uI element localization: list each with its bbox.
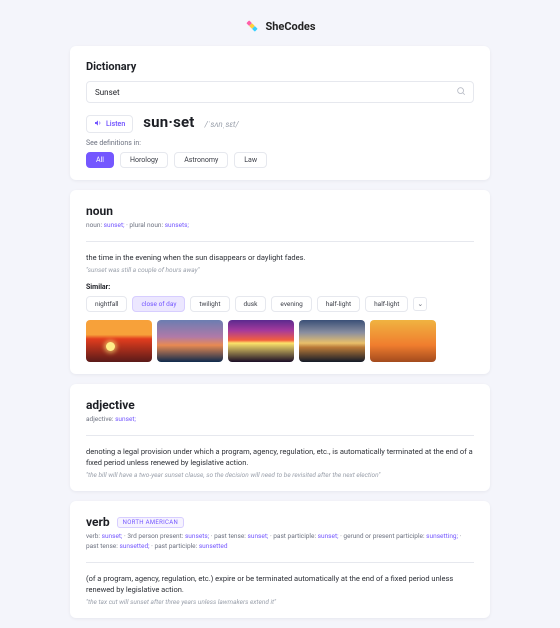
brand: SheCodes [244,18,315,34]
volume-icon [94,119,102,129]
verb-definition: (of a program, agency, regulation, etc.)… [86,573,474,596]
expand-similars-button[interactable]: ⌄ [413,297,427,311]
domain-filters: All Horology Astronomy Law [86,152,474,168]
adjective-card: adjective adjective: sunset; denoting a … [70,384,490,491]
brand-name: SheCodes [265,20,315,33]
brand-logo-icon [244,18,260,34]
pos-noun: noun [86,204,474,218]
adjective-definition: denoting a legal provision under which a… [86,446,474,469]
noun-forms: noun: sunset; · plural noun: sunsets; [86,221,474,231]
similar-chip[interactable]: half-light [317,296,360,312]
divider [86,562,474,563]
region-badge: NORTH AMERICAN [117,517,184,528]
page-title: Dictionary [86,60,474,73]
thumbnail[interactable] [228,320,294,362]
similar-chip[interactable]: close of day [132,296,185,312]
listen-label: Listen [106,120,125,128]
verb-forms: verb: sunset; · 3rd person present: suns… [86,532,474,552]
thumbnail[interactable] [86,320,152,362]
pos-verb: verb [86,515,110,529]
adjective-example: "the bill will have a two-year sunset cl… [86,471,474,479]
header-card: Dictionary Listen sun·set /ˈsʌnˌsɛt/ Se [70,46,490,180]
thumbnail[interactable] [370,320,436,362]
thumbnail[interactable] [299,320,365,362]
filter-all[interactable]: All [86,152,114,168]
similar-chip[interactable]: twilight [190,296,229,312]
verb-example: "the tax cut will sunset after three yea… [86,598,474,606]
search-input[interactable] [95,88,451,97]
divider [86,241,474,242]
search-icon [456,86,466,98]
filter-astronomy[interactable]: Astronomy [174,152,228,168]
similar-chip[interactable]: nightfall [86,296,127,312]
similar-chip[interactable]: dusk [235,296,267,312]
thumbnail[interactable] [157,320,223,362]
noun-example: "sunset was still a couple of hours away… [86,266,474,274]
filter-horology[interactable]: Horology [120,152,168,168]
search-box[interactable] [86,81,474,103]
similar-list: nightfall close of day twilight dusk eve… [86,296,474,312]
headword: sun·set [143,113,194,131]
noun-definition: the time in the evening when the sun dis… [86,252,474,263]
listen-button[interactable]: Listen [86,115,133,133]
phonetic: /ˈsʌnˌsɛt/ [205,120,239,129]
chevron-down-icon: ⌄ [417,300,423,308]
adjective-forms: adjective: sunset; [86,415,474,425]
filter-law[interactable]: Law [234,152,267,168]
noun-card: noun noun: sunset; · plural noun: sunset… [70,190,490,374]
image-gallery [86,320,474,362]
see-definitions-label: See definitions in: [86,139,474,147]
divider [86,435,474,436]
similar-chip[interactable]: evening [271,296,311,312]
similar-label: Similar: [86,283,474,291]
similar-chip[interactable]: half-light [365,296,408,312]
pos-adjective: adjective [86,398,474,412]
